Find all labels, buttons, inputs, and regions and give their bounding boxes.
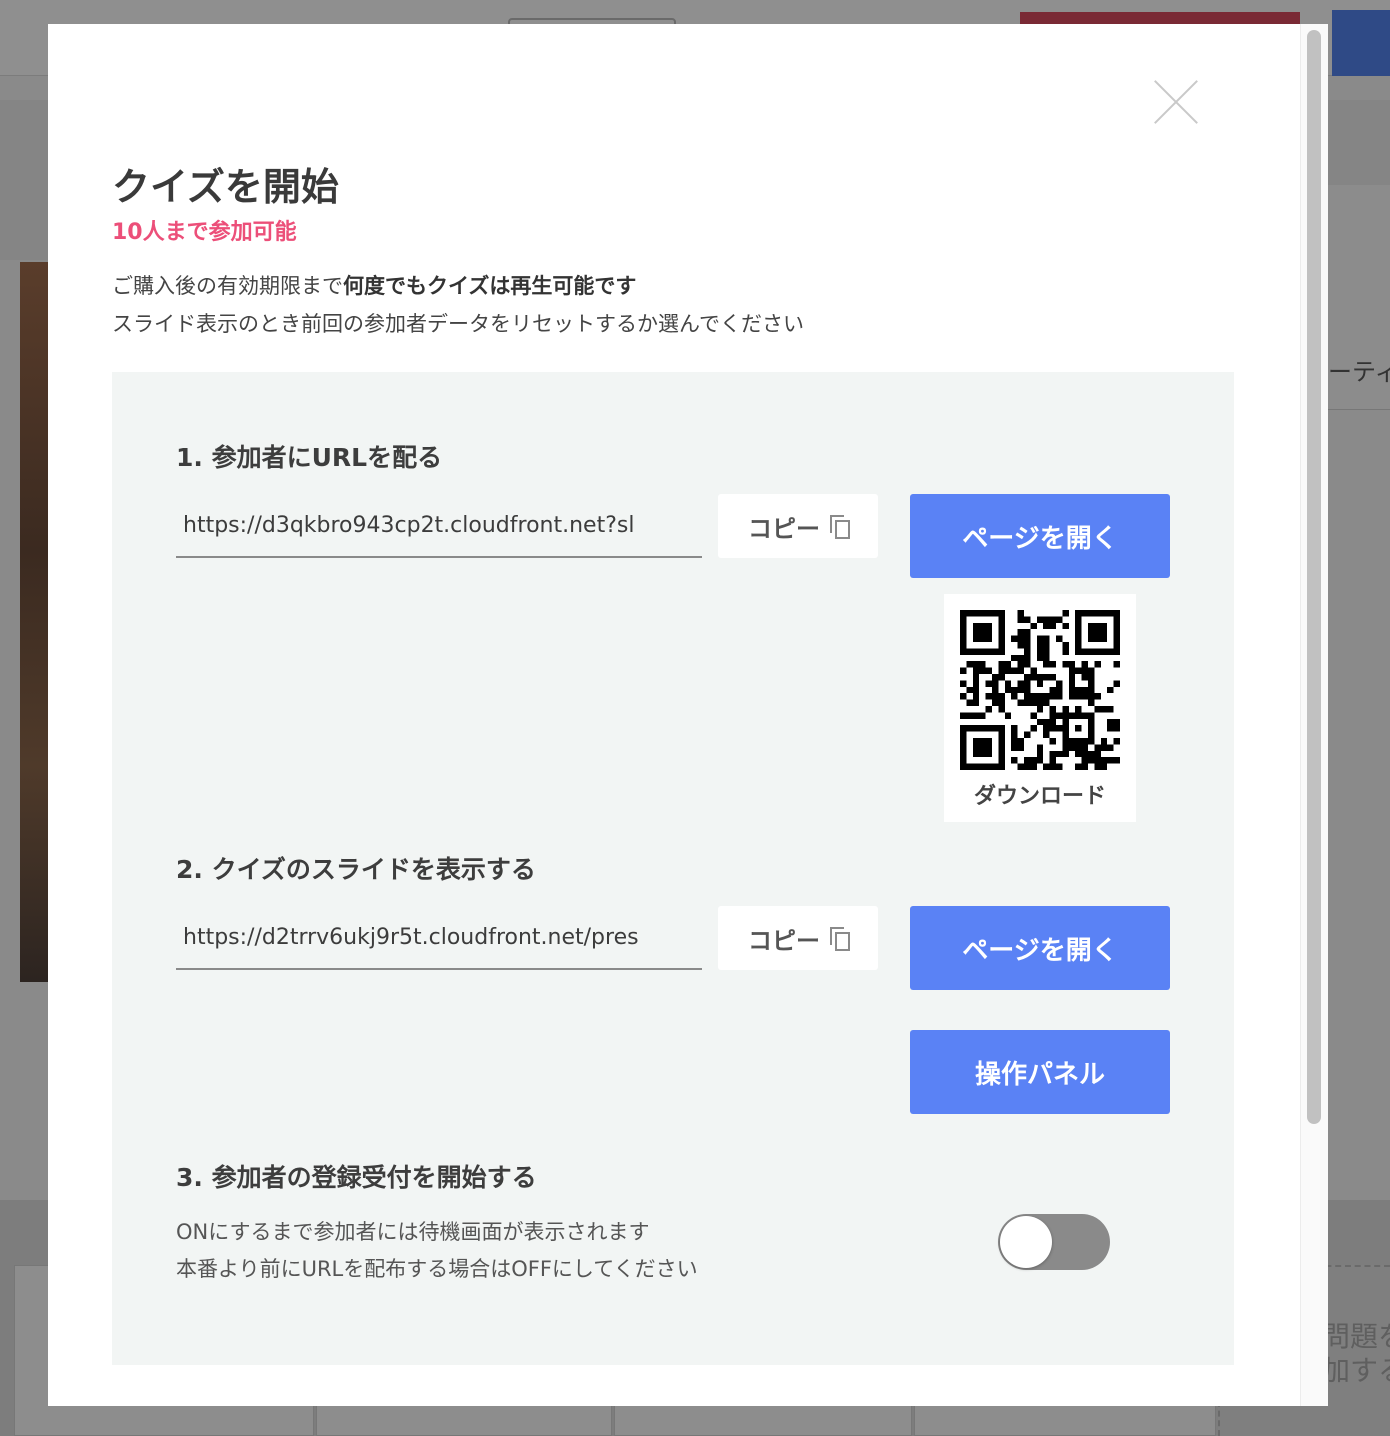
step2-title: 2. クイズのスライドを表示する (176, 855, 536, 884)
copy-button-label: コピー (748, 514, 820, 543)
step3-description: ONにするまで参加者には待機画面が表示されます 本番より前にURLを配布する場合… (176, 1214, 698, 1288)
steps-panel: 1. 参加者にURLを配る コピー ページを開く ダウンロード 2. クイズのス… (112, 372, 1234, 1365)
copy-icon (830, 927, 850, 951)
qr-code-icon (960, 610, 1120, 770)
close-icon[interactable] (1152, 78, 1200, 126)
slide-url-field[interactable] (176, 906, 702, 970)
modal-title: クイズを開始 (112, 165, 339, 209)
description-emphasis: 何度でもクイズは再生可能です (343, 274, 637, 298)
copy-icon (830, 515, 850, 539)
slide-open-page-button[interactable]: ページを開く (910, 906, 1170, 990)
step1-title: 1. 参加者にURLを配る (176, 443, 443, 472)
description-prefix: ご購入後の有効期限まで (112, 274, 343, 298)
step3-description-line2: 本番より前にURLを配布する場合はOFFにしてください (176, 1257, 698, 1281)
participant-url-copy-button[interactable]: コピー (718, 494, 878, 558)
modal-scrollbar-track[interactable] (1300, 24, 1328, 1406)
modal-scrollbar-thumb[interactable] (1307, 30, 1321, 1124)
copy-button-label: コピー (748, 926, 820, 955)
slide-url-copy-button[interactable]: コピー (718, 906, 878, 970)
participant-open-page-button[interactable]: ページを開く (910, 494, 1170, 578)
background-add-question-text: 問題を 加する (1322, 1320, 1390, 1388)
modal-description-line2: スライド表示のとき前回の参加者データをリセットするか選んでください (112, 312, 804, 336)
registration-toggle-knob[interactable] (1000, 1216, 1052, 1268)
participant-limit: 10人まで参加可能 (112, 220, 297, 245)
background-add-question-line1: 問題を (1322, 1320, 1390, 1353)
registration-toggle[interactable] (998, 1214, 1110, 1270)
background-blue-button (1332, 10, 1390, 76)
start-quiz-modal: クイズを開始 10人まで参加可能 ご購入後の有効期限まで何度でもクイズは再生可能… (48, 24, 1328, 1406)
background-right-text: ーティ (1328, 358, 1390, 386)
step3-description-line1: ONにするまで参加者には待機画面が表示されます (176, 1220, 650, 1244)
background-add-question-line2: 加する (1322, 1354, 1390, 1387)
participant-qr-card: ダウンロード (944, 594, 1136, 822)
qr-download-button[interactable]: ダウンロード (944, 778, 1136, 810)
participant-url-input[interactable] (176, 494, 702, 556)
step3-title: 3. 参加者の登録受付を開始する (176, 1163, 537, 1192)
participant-url-field[interactable] (176, 494, 702, 558)
modal-description-line1: ご購入後の有効期限まで何度でもクイズは再生可能です (112, 270, 636, 300)
control-panel-button[interactable]: 操作パネル (910, 1030, 1170, 1114)
background-photo (20, 262, 50, 982)
slide-url-input[interactable] (176, 906, 702, 968)
